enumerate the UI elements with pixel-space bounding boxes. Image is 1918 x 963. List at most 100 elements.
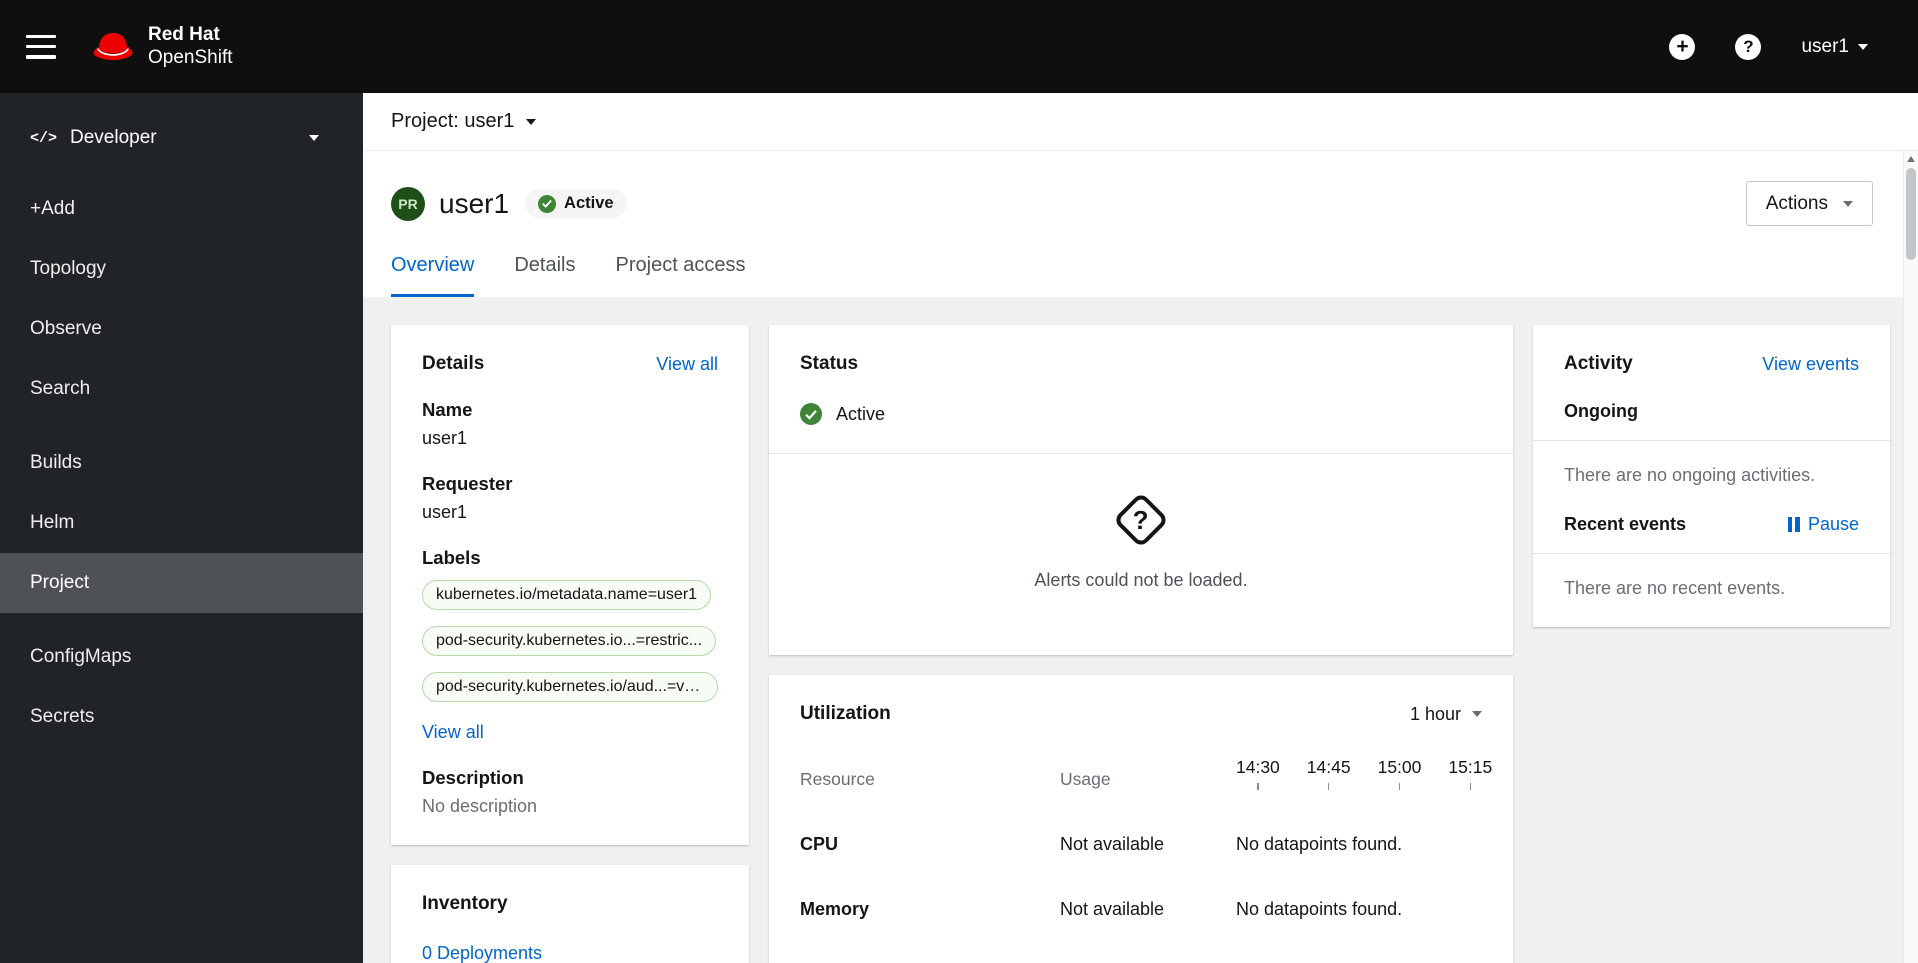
dashboard-grid: Details View all Name user1 Requester us… <box>363 297 1918 963</box>
duration-dropdown[interactable]: 1 hour <box>1410 704 1482 725</box>
tab-overview[interactable]: Overview <box>391 254 475 297</box>
chevron-down-icon <box>1858 43 1868 50</box>
scroll-up-arrow-icon[interactable] <box>1907 156 1915 162</box>
time-tick: 14:45 <box>1307 757 1351 790</box>
time-tick-label: 14:30 <box>1236 757 1280 777</box>
plus-glyph: + <box>1676 35 1689 58</box>
brand-line1: Red Hat <box>148 24 220 46</box>
tick-mark <box>1257 783 1259 790</box>
deployments-link[interactable]: 0 Deployments <box>422 943 542 963</box>
nav-group: Builds Helm Project <box>0 433 363 613</box>
resource-column-header: Resource <box>800 769 875 789</box>
app-layout: </> Developer +Add Topology Observe Sear… <box>0 93 1918 963</box>
resource-name: CPU <box>800 834 839 854</box>
sidebar-item-helm[interactable]: Helm <box>0 493 363 553</box>
masthead-toolbar: + ? user1 <box>1669 33 1868 60</box>
details-view-all-link[interactable]: View all <box>656 354 718 375</box>
user-menu[interactable]: user1 <box>1801 36 1868 58</box>
labels-list: kubernetes.io/metadata.name=user1 pod-se… <box>422 569 718 707</box>
question-glyph: ? <box>1133 504 1149 535</box>
actions-button[interactable]: Actions <box>1745 181 1873 226</box>
utilization-row-memory: Memory Not available No datapoints found… <box>800 899 1482 920</box>
status-badge-label: Active <box>564 194 614 212</box>
inventory-card-header: Inventory <box>422 893 718 915</box>
pause-button-label: Pause <box>1807 514 1859 534</box>
user-menu-label: user1 <box>1801 35 1849 57</box>
check-circle-icon <box>538 194 557 213</box>
chevron-down-icon <box>1472 711 1482 717</box>
page-title: user1 <box>439 187 510 219</box>
right-column: Activity View events Ongoing There are n… <box>1533 325 1890 627</box>
main-area: Project: user1 PR user1 Active Actions O… <box>363 93 1918 963</box>
tab-bar: Overview Details Project access <box>391 254 1873 297</box>
sidebar-item-observe[interactable]: Observe <box>0 299 363 359</box>
recent-events-label: Recent events <box>1564 514 1687 534</box>
label-badge[interactable]: pod-security.kubernetes.io...=restric... <box>422 626 717 656</box>
sidebar-item-add[interactable]: +Add <box>0 179 363 239</box>
description-field-label: Description <box>422 767 524 788</box>
project-selector-bar: Project: user1 <box>363 93 1918 151</box>
tab-project-access[interactable]: Project access <box>616 254 746 297</box>
project-selector-label[interactable]: Project: user1 <box>391 110 514 133</box>
chevron-down-icon <box>309 135 319 141</box>
redhat-fedora-icon <box>93 33 133 60</box>
page-header: PR user1 Active Actions Overview Details… <box>363 151 1918 297</box>
recent-empty-message: There are no recent events. <box>1564 578 1786 598</box>
inventory-card-title: Inventory <box>422 893 508 914</box>
scrollbar-thumb[interactable] <box>1906 168 1916 260</box>
brand-line2: OpenShift <box>148 46 233 68</box>
brand-text: Red Hat OpenShift <box>148 24 233 69</box>
tick-mark <box>1327 783 1330 790</box>
ongoing-section-label: Ongoing <box>1564 401 1638 421</box>
details-card: Details View all Name user1 Requester us… <box>391 325 749 845</box>
nav-toggle-button[interactable] <box>26 32 60 62</box>
chevron-down-icon[interactable] <box>526 118 537 125</box>
divider <box>1533 440 1890 441</box>
name-field-label: Name <box>422 399 473 420</box>
sidebar-item-secrets[interactable]: Secrets <box>0 687 363 747</box>
nav-group: ConfigMaps Secrets <box>0 627 363 747</box>
activity-card-header: Activity View events <box>1564 353 1859 375</box>
resource-datapoints: No datapoints found. <box>1236 899 1403 919</box>
details-card-title: Details <box>422 353 485 374</box>
help-icon[interactable]: ? <box>1735 33 1762 60</box>
time-tick-label: 15:00 <box>1377 757 1422 777</box>
perspective-switcher[interactable]: </> Developer <box>0 103 363 173</box>
tick-mark <box>1398 783 1401 790</box>
check-circle-icon <box>800 403 822 425</box>
sidebar-item-configmaps[interactable]: ConfigMaps <box>0 627 363 687</box>
resource-usage: Not available <box>1060 899 1165 919</box>
divider <box>1533 553 1890 554</box>
details-card-header: Details View all <box>422 353 718 375</box>
inventory-card: Inventory 0 Deployments <box>391 865 749 963</box>
duration-dropdown-value: 1 hour <box>1409 703 1461 724</box>
pause-button[interactable]: Pause <box>1787 514 1859 535</box>
time-tick: 14:30 <box>1236 757 1280 790</box>
status-card-title: Status <box>800 353 859 374</box>
status-card-header: Status <box>800 353 1482 375</box>
vertical-scrollbar[interactable] <box>1903 151 1918 963</box>
code-icon: </> <box>30 129 58 147</box>
utilization-table-header: Resource Usage 14:30 14:45 15:00 15:15 <box>800 757 1492 790</box>
status-active-row: Active <box>800 403 1482 425</box>
label-badge[interactable]: pod-security.kubernetes.io/aud...=v1.... <box>422 672 718 702</box>
sidebar-item-topology[interactable]: Topology <box>0 239 363 299</box>
time-axis: 14:30 14:45 15:00 15:15 <box>1236 757 1492 790</box>
tab-details[interactable]: Details <box>514 254 575 297</box>
view-events-link[interactable]: View events <box>1762 354 1859 375</box>
sidebar-item-search[interactable]: Search <box>0 359 363 419</box>
requester-field-label: Requester <box>422 473 513 494</box>
chevron-down-icon <box>1843 200 1853 207</box>
requester-field-value: user1 <box>422 502 468 522</box>
alerts-empty-message: Alerts could not be loaded. <box>1034 570 1248 590</box>
label-badge[interactable]: kubernetes.io/metadata.name=user1 <box>422 580 712 610</box>
labels-field-label: Labels <box>422 547 481 568</box>
sidebar: </> Developer +Add Topology Observe Sear… <box>0 93 363 963</box>
labels-view-all-link[interactable]: View all <box>422 722 484 743</box>
add-icon[interactable]: + <box>1669 33 1696 60</box>
time-tick-label: 14:45 <box>1306 757 1351 777</box>
utilization-card: Utilization 1 hour Resource Usage 14:30 <box>769 675 1513 963</box>
sidebar-item-project[interactable]: Project <box>0 553 363 613</box>
time-tick: 15:15 <box>1448 757 1492 790</box>
sidebar-item-builds[interactable]: Builds <box>0 433 363 493</box>
